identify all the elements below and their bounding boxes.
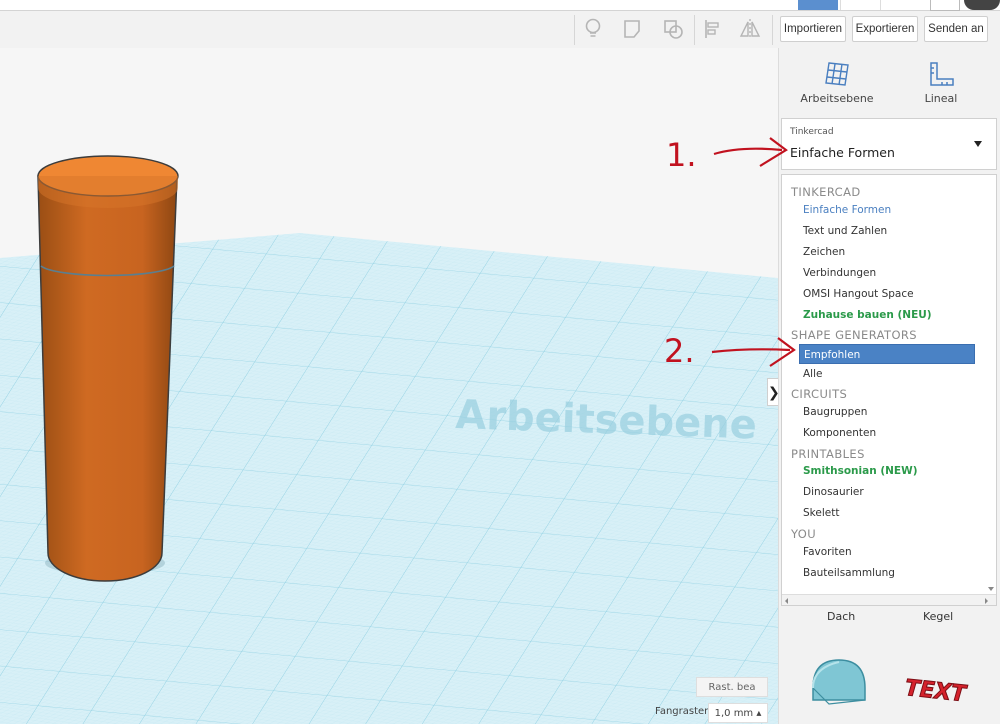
toolbar-divider: [694, 15, 695, 45]
dropdown-category: Tinkercad: [790, 127, 834, 137]
list-item[interactable]: Baugruppen: [803, 406, 867, 418]
list-item[interactable]: Bauteilsammlung: [803, 567, 895, 579]
roof-shape-thumbnail[interactable]: [807, 654, 871, 714]
category-list[interactable]: TINKERCAD Einfache Formen Text und Zahle…: [781, 174, 997, 606]
workplane-label: Arbeitsebene: [800, 92, 874, 105]
toolbar: Importieren Exportieren Senden an: [0, 11, 1000, 49]
horizontal-scrollbar[interactable]: [782, 594, 996, 605]
toolbar-divider: [772, 15, 773, 45]
top-tab[interactable]: [840, 0, 879, 10]
export-button[interactable]: Exportieren: [852, 16, 918, 42]
edit-grid-button[interactable]: Rast. bea: [696, 677, 768, 697]
list-item-selected[interactable]: Empfohlen: [799, 344, 975, 364]
category-dropdown[interactable]: Tinkercad Einfache Formen: [781, 118, 997, 170]
workplane-canvas[interactable]: Arbeitsebene: [0, 48, 778, 724]
top-tab[interactable]: [880, 0, 919, 10]
text-shape-thumbnail[interactable]: TEXT: [905, 666, 975, 710]
shape-label-roof: Dach: [827, 610, 856, 623]
list-item[interactable]: Dinosaurier: [803, 486, 864, 498]
list-item[interactable]: Zeichen: [803, 246, 845, 258]
snap-grid-select[interactable]: 1,0 mm ▴: [708, 703, 768, 723]
add-user-icon[interactable]: [930, 0, 960, 11]
group-title: PRINTABLES: [791, 447, 865, 461]
list-item[interactable]: Verbindungen: [803, 267, 876, 279]
send-to-button[interactable]: Senden an: [924, 16, 988, 42]
avatar[interactable]: [964, 0, 1000, 10]
group-title: TINKERCAD: [791, 185, 861, 199]
lightbulb-icon[interactable]: [580, 15, 606, 43]
chevron-down-icon: [974, 141, 982, 147]
note-icon[interactable]: [620, 15, 646, 43]
list-item[interactable]: Zuhause bauen (NEU): [803, 309, 932, 321]
group-icon[interactable]: [660, 15, 686, 43]
shape-label-cone: Kegel: [923, 610, 954, 623]
align-icon[interactable]: [700, 15, 726, 43]
list-item[interactable]: Skelett: [803, 507, 839, 519]
ruler-label: Lineal: [924, 92, 958, 105]
dropdown-selected: Einfache Formen: [790, 145, 895, 160]
list-item[interactable]: Favoriten: [803, 546, 852, 558]
list-item[interactable]: Smithsonian (NEW): [803, 465, 918, 477]
ruler-icon: [930, 62, 954, 86]
toolbar-divider: [574, 15, 575, 45]
import-button[interactable]: Importieren: [780, 16, 846, 42]
list-item[interactable]: OMSI Hangout Space: [803, 288, 914, 300]
shape-panel: Arbeitsebene Lineal Tinkercad Einfache F…: [778, 48, 1000, 724]
mirror-icon[interactable]: [737, 15, 763, 43]
top-bar: [0, 0, 1000, 11]
workplane-icon: [825, 62, 849, 86]
svg-text:TEXT: TEXT: [905, 675, 969, 707]
list-item[interactable]: Komponenten: [803, 427, 876, 439]
group-title: CIRCUITS: [791, 387, 848, 401]
workplane-viewport[interactable]: Arbeitsebene Rast. bea Fangraster 1,0 mm…: [0, 48, 778, 724]
cylinder-shape[interactable]: [37, 155, 179, 582]
list-item[interactable]: Text und Zahlen: [803, 225, 887, 237]
group-title: YOU: [791, 527, 817, 541]
group-title: SHAPE GENERATORS: [791, 328, 917, 342]
top-tab-active[interactable]: [798, 0, 838, 10]
vertical-scrollbar[interactable]: [986, 175, 996, 605]
workplane-tool[interactable]: Arbeitsebene: [797, 60, 877, 105]
snap-grid-label: Fangraster: [655, 706, 709, 717]
ruler-tool[interactable]: Lineal: [901, 60, 981, 105]
list-item[interactable]: Einfache Formen: [803, 204, 891, 216]
list-item[interactable]: Alle: [803, 368, 822, 380]
